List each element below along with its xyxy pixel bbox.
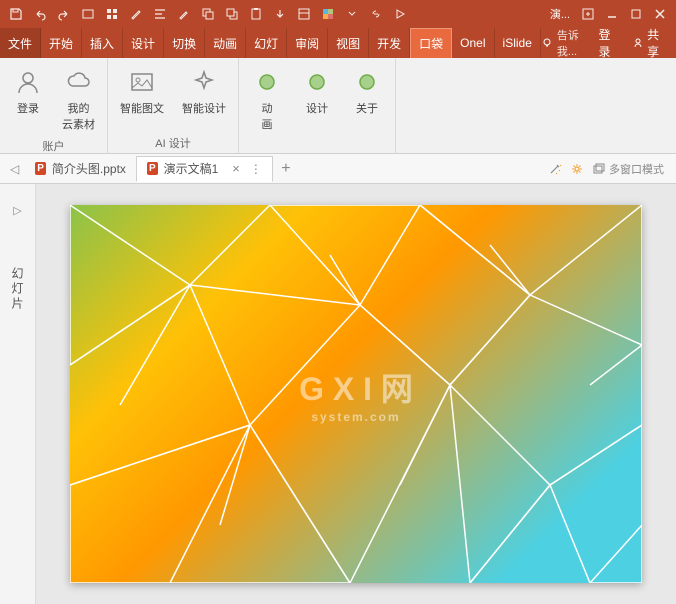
tab-animations[interactable]: 动画 [205, 28, 246, 58]
ribbon-tabs: 文件 开始 插入 设计 切换 动画 幻灯 审阅 视图 开发 口袋 Onel iS… [0, 28, 676, 58]
bulb-icon [541, 37, 553, 49]
tab-islide[interactable]: iSlide [495, 28, 541, 58]
document-tabs: ◁ P 简介头图.pptx P 演示文稿1 × ⋮ + 多窗口模式 [0, 154, 676, 184]
new-slide-icon[interactable] [76, 2, 100, 26]
smart-design-button[interactable]: 智能设计 [176, 62, 232, 120]
tab-design[interactable]: 设计 [123, 28, 164, 58]
tab-review[interactable]: 审阅 [287, 28, 328, 58]
doc-tab-2[interactable]: P 演示文稿1 × ⋮ [136, 156, 273, 182]
paste-icon[interactable] [244, 2, 268, 26]
multi-window-button[interactable]: 多窗口模式 [592, 161, 664, 177]
send-back-icon[interactable] [196, 2, 220, 26]
group-label-ai: AI 设计 [114, 133, 232, 151]
grid-icon[interactable] [100, 2, 124, 26]
sparkle-icon [188, 66, 220, 98]
smart-image-button[interactable]: 智能图文 [114, 62, 170, 120]
about-button[interactable]: 关于 [345, 62, 389, 136]
ribbon-content: 登录 我的 云素材 账户 智能图文 智能设计 AI 设计 动 [0, 58, 676, 154]
ribbon-group-ai: 智能图文 智能设计 AI 设计 [108, 58, 239, 153]
circle-icon [351, 66, 383, 98]
link-icon[interactable] [364, 2, 388, 26]
doc-tab-1[interactable]: P 简介头图.pptx [25, 156, 136, 182]
window-title: 演... [550, 6, 570, 22]
ribbon-display-icon[interactable] [576, 2, 600, 26]
workspace: ▷ 幻灯片 [0, 184, 676, 604]
powerpoint-icon: P [35, 162, 46, 175]
tab-view[interactable]: 视图 [328, 28, 369, 58]
close-icon[interactable] [648, 2, 672, 26]
ribbon-group-tools: 动 画 设计 关于 [239, 58, 396, 153]
person-icon [12, 66, 44, 98]
slide-canvas-area[interactable]: G X I 网 system.com [36, 184, 676, 604]
layout-icon[interactable] [292, 2, 316, 26]
circle-icon [251, 66, 283, 98]
slide[interactable]: G X I 网 system.com [70, 205, 642, 583]
tab-home[interactable]: 开始 [41, 28, 82, 58]
cloud-materials-button[interactable]: 我的 云素材 [56, 62, 101, 136]
group-label-account: 账户 [6, 136, 101, 154]
circle-icon [301, 66, 333, 98]
color-swatch-icon[interactable] [316, 2, 340, 26]
maximize-icon[interactable] [624, 2, 648, 26]
play-icon[interactable] [388, 2, 412, 26]
share-button[interactable]: 共享 [628, 26, 668, 60]
design-button[interactable]: 设计 [295, 62, 339, 136]
thumbnail-panel-label: 幻灯片 [9, 267, 26, 312]
tab-slideshow[interactable]: 幻灯 [246, 28, 287, 58]
back-icon[interactable]: ◁ [4, 162, 25, 176]
login-link[interactable]: 登录 [594, 26, 622, 60]
tab-transitions[interactable]: 切换 [164, 28, 205, 58]
align-icon[interactable] [148, 2, 172, 26]
tell-me-input[interactable]: 告诉我... [541, 27, 589, 59]
ribbon-group-account: 登录 我的 云素材 账户 [0, 58, 108, 153]
chevron-down-icon[interactable] [340, 2, 364, 26]
chevron-right-icon[interactable]: ▷ [13, 204, 21, 217]
redo-icon[interactable] [52, 2, 76, 26]
add-tab-button[interactable]: + [273, 156, 299, 182]
tab-more-icon[interactable]: ⋮ [250, 162, 262, 176]
tab-file[interactable]: 文件 [0, 28, 41, 58]
share-icon [632, 37, 644, 49]
close-tab-icon[interactable]: × [232, 161, 240, 176]
wand-icon[interactable] [548, 162, 562, 176]
gear-icon[interactable] [570, 162, 584, 176]
watermark: G X I 网 system.com [299, 364, 413, 424]
save-icon[interactable] [4, 2, 28, 26]
thumbnail-panel[interactable]: ▷ 幻灯片 [0, 184, 36, 604]
animation-button[interactable]: 动 画 [245, 62, 289, 136]
undo-icon[interactable] [28, 2, 52, 26]
titlebar: 演... [0, 0, 676, 28]
tab-pocket[interactable]: 口袋 [410, 28, 452, 58]
minimize-icon[interactable] [600, 2, 624, 26]
brush-icon[interactable] [124, 2, 148, 26]
arrow-down-icon[interactable] [268, 2, 292, 26]
powerpoint-icon: P [147, 162, 158, 175]
cloud-icon [63, 66, 95, 98]
tab-onekey[interactable]: Onel [452, 28, 494, 58]
login-button[interactable]: 登录 [6, 62, 50, 136]
tab-developer[interactable]: 开发 [369, 28, 410, 58]
bring-front-icon[interactable] [220, 2, 244, 26]
image-icon [126, 66, 158, 98]
tab-insert[interactable]: 插入 [82, 28, 123, 58]
eyedropper-icon[interactable] [172, 2, 196, 26]
